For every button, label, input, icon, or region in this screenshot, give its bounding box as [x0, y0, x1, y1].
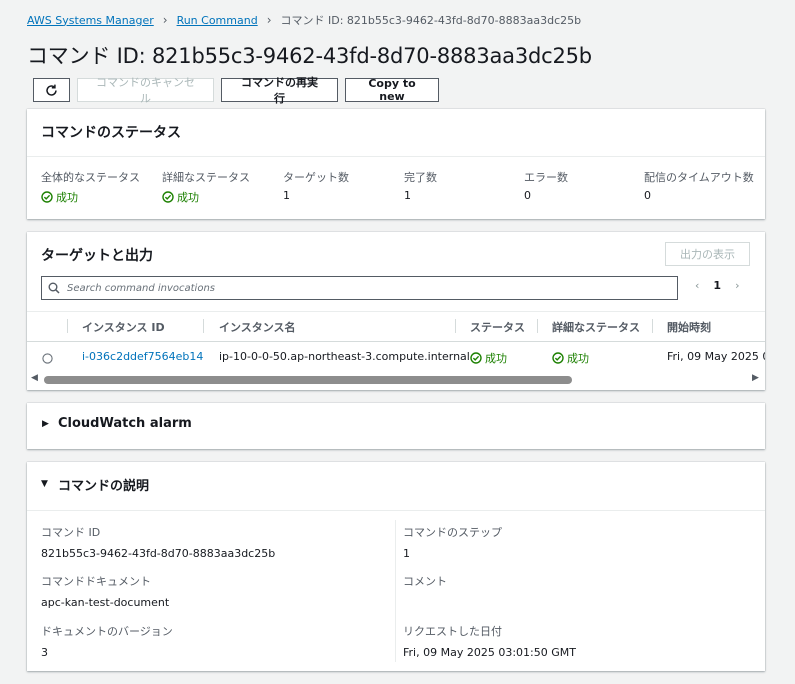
command-document-value: apc-kan-test-document [41, 596, 170, 609]
search-input[interactable] [67, 282, 627, 294]
column-separator [537, 319, 538, 333]
cloudwatch-alarm-title[interactable]: CloudWatch alarm [58, 416, 192, 431]
col-detailed-status[interactable]: 詳細なステータス [552, 319, 640, 335]
prev-page-icon[interactable]: ‹ [695, 279, 699, 292]
col-start-time[interactable]: 開始時刻 [667, 319, 711, 335]
command-document-label: コマンドドキュメント [41, 575, 151, 588]
scroll-right-icon[interactable]: ▶ [752, 373, 759, 383]
document-version-value: 3 [41, 646, 48, 659]
status-panel-title: コマンドのステータス [41, 125, 181, 141]
completed-count-value: 1 [404, 189, 411, 202]
copy-to-new-button[interactable]: Copy to new [345, 77, 439, 103]
row-detailed-status: 成功 [552, 350, 589, 366]
instance-id-link[interactable]: i-036c2ddef7564eb14 [82, 350, 203, 363]
delivery-timeout-count: 配信のタイムアウト数 0 [644, 169, 754, 202]
detailed-status-value: 成功 [162, 189, 199, 205]
requested-date-field: リクエストした日付 Fri, 09 May 2025 03:01:50 GMT [403, 623, 576, 659]
refresh-button[interactable] [33, 78, 70, 102]
command-document-field: コマンドドキュメント apc-kan-test-document [41, 573, 169, 609]
col-instance-id[interactable]: インスタンス ID [82, 319, 165, 335]
pagination: ‹ 1 › [695, 279, 739, 292]
column-separator [455, 319, 456, 333]
column-divider [395, 520, 396, 662]
success-icon [552, 352, 564, 364]
search-box [41, 276, 678, 300]
column-separator [652, 319, 653, 333]
command-id-field: コマンド ID 821b55c3-9462-43fd-8d70-8883aa3d… [41, 524, 275, 560]
divider [27, 510, 765, 511]
row-status: 成功 [470, 350, 507, 366]
overall-status-text: 成功 [56, 191, 78, 204]
target-count: ターゲット数 1 [283, 169, 349, 202]
breadcrumb-current: コマンド ID: 821b55c3-9462-43fd-8d70-8883aa3… [280, 14, 582, 27]
success-icon [470, 352, 482, 364]
page-title: コマンド ID: 821b55c3-9462-43fd-8d70-8883aa3… [27, 44, 592, 68]
scrollbar-thumb[interactable] [44, 376, 572, 384]
divider [27, 156, 765, 157]
delivery-timeout-label: 配信のタイムアウト数 [644, 171, 754, 184]
cloudwatch-alarm-panel[interactable]: ▶ CloudWatch alarm [27, 403, 765, 449]
divider [27, 341, 765, 342]
overall-status-value: 成功 [41, 189, 78, 205]
row-detailed-status-text: 成功 [567, 352, 589, 365]
targets-panel-title: ターゲットと出力 [41, 248, 153, 264]
scroll-left-icon[interactable]: ◀ [31, 373, 38, 383]
row-status-text: 成功 [485, 352, 507, 365]
overall-status: 全体的なステータス 成功 [41, 169, 140, 206]
command-steps-value: 1 [403, 547, 410, 560]
cancel-command-button[interactable]: コマンドのキャンセル [77, 76, 214, 105]
detailed-status-text: 成功 [177, 191, 199, 204]
breadcrumb-run-command[interactable]: Run Command [177, 14, 258, 27]
col-instance-name[interactable]: インスタンス名 [219, 319, 296, 335]
document-version-label: ドキュメントのバージョン [41, 625, 173, 638]
command-steps-field: コマンドのステップ 1 [403, 524, 502, 560]
breadcrumb-systems-manager[interactable]: AWS Systems Manager [27, 14, 154, 27]
instance-name: ip-10-0-0-50.ap-northeast-3.compute.inte… [219, 350, 470, 363]
success-icon [162, 191, 174, 203]
command-id-label: コマンド ID [41, 526, 101, 539]
delivery-timeout-value: 0 [644, 189, 651, 202]
description-title[interactable]: コマンドの説明 [58, 475, 149, 494]
command-id-value: 821b55c3-9462-43fd-8d70-8883aa3dc25b [41, 547, 276, 560]
command-status-panel: コマンドのステータス 全体的なステータス 成功 詳細なステータス 成功 ターゲッ… [27, 109, 765, 219]
requested-date-label: リクエストした日付 [403, 625, 502, 638]
error-count: エラー数 0 [524, 169, 568, 202]
detailed-status: 詳細なステータス 成功 [162, 169, 250, 206]
refresh-icon [46, 84, 57, 96]
chevron-right-icon: › [162, 13, 168, 27]
command-steps-label: コマンドのステップ [403, 526, 502, 539]
col-status[interactable]: ステータス [470, 319, 525, 335]
completed-count-label: 完了数 [404, 171, 437, 184]
comment-field: コメント [403, 573, 447, 589]
show-output-button[interactable]: 出力の表示 [665, 242, 750, 266]
targets-panel: ターゲットと出力 出力の表示 ‹ 1 › インスタンス ID インスタンス名 ス… [27, 232, 765, 390]
caret-right-icon[interactable]: ▶ [42, 419, 49, 429]
breadcrumb: AWS Systems Manager › Run Command › コマンド… [27, 12, 581, 28]
completed-count: 完了数 1 [404, 169, 437, 202]
column-separator [203, 319, 204, 333]
detailed-status-label: 詳細なステータス [162, 171, 250, 184]
requested-date-value: Fri, 09 May 2025 03:01:50 GMT [403, 646, 576, 659]
chevron-right-icon: › [266, 13, 272, 27]
column-separator [67, 319, 68, 333]
error-count-value: 0 [524, 189, 531, 202]
comment-label: コメント [403, 575, 447, 588]
rerun-command-button[interactable]: コマンドの再実行 [221, 76, 338, 105]
row-radio[interactable] [42, 353, 53, 364]
target-count-value: 1 [283, 189, 290, 202]
next-page-icon[interactable]: › [735, 279, 739, 292]
error-count-label: エラー数 [524, 171, 568, 184]
search-icon [48, 282, 60, 294]
row-start-time: Fri, 09 May 2025 03:01 [667, 350, 765, 363]
document-version-field: ドキュメントのバージョン 3 [41, 623, 173, 659]
success-icon [41, 191, 53, 203]
divider [27, 311, 765, 312]
overall-status-label: 全体的なステータス [41, 171, 140, 184]
page-number[interactable]: 1 [713, 279, 721, 292]
caret-down-icon[interactable]: ▼ [41, 479, 48, 489]
target-count-label: ターゲット数 [283, 171, 349, 184]
command-description-panel: ▼ コマンドの説明 コマンド ID 821b55c3-9462-43fd-8d7… [27, 462, 765, 671]
horizontal-scrollbar[interactable]: ◀ ▶ [27, 372, 765, 388]
toolbar: コマンドのキャンセル コマンドの再実行 Copy to new [33, 76, 439, 105]
